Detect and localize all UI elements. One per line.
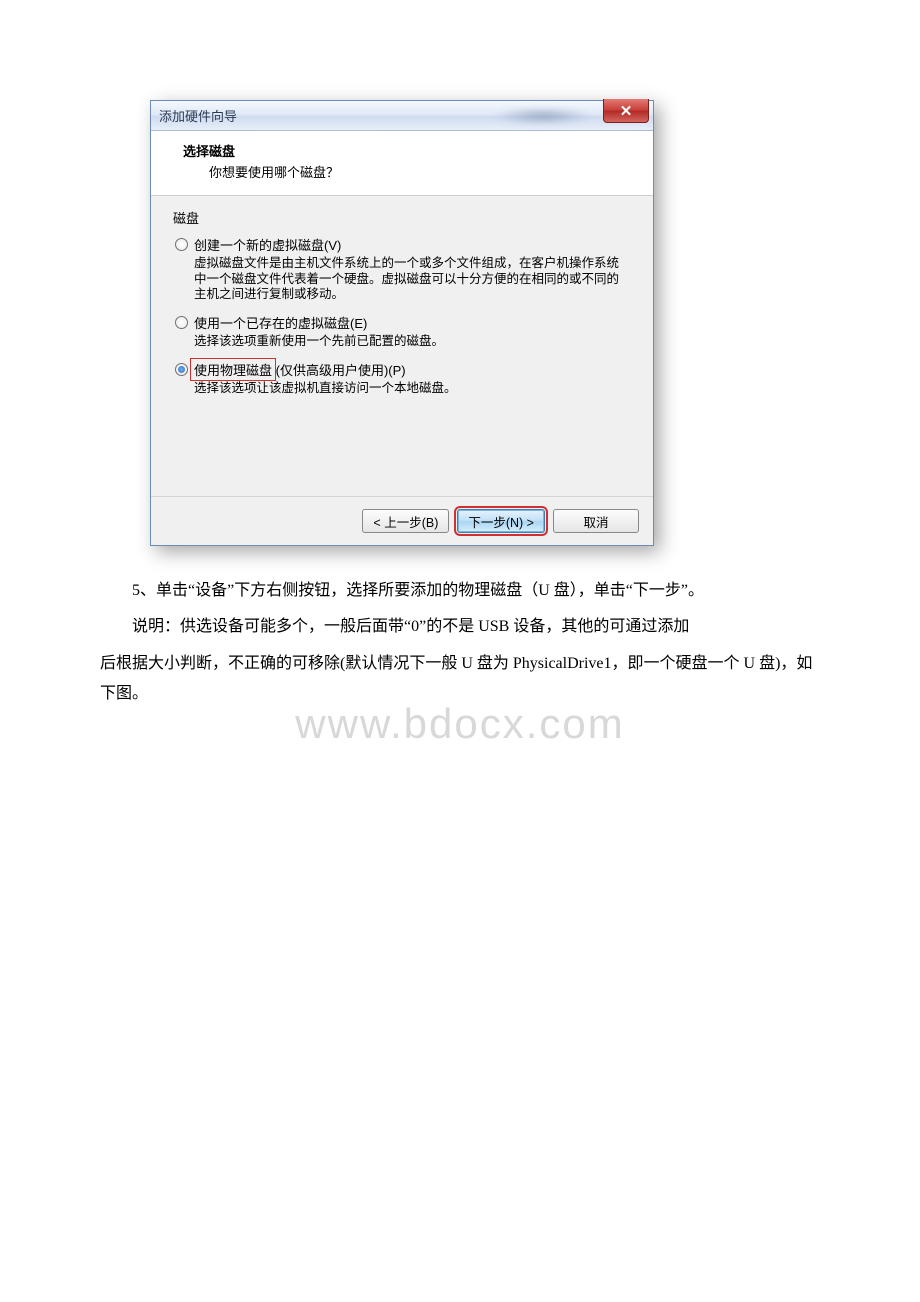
option-help-text: 虚拟磁盘文件是由主机文件系统上的一个或多个文件组成，在客户机操作系统中一个磁盘文… — [194, 256, 631, 303]
titlebar-blur — [493, 107, 593, 125]
radio-icon — [175, 363, 188, 376]
option-label: 使用物理磁盘 (仅供高级用户使用)(P) — [194, 360, 406, 379]
option-label-suffix: (仅供高级用户使用)(P) — [276, 363, 406, 378]
wizard-content: 磁盘 创建一个新的虚拟磁盘(V) 虚拟磁盘文件是由主机文件系统上的一个或多个文件… — [151, 196, 653, 496]
back-button[interactable]: < 上一步(B) — [362, 509, 449, 533]
document-body-text: 5、单击“设备”下方右侧按钮，选择所要添加的物理磁盘（U 盘），单击“下一步”。… — [100, 576, 820, 710]
paragraph: 说明：供选设备可能多个，一般后面带“0”的不是 USB 设备，其他的可通过添加 — [100, 612, 820, 642]
option-label-prefix: 使用物理磁盘 — [194, 363, 272, 378]
option-help-text: 选择该选项重新使用一个先前已配置的磁盘。 — [194, 334, 631, 350]
option-label: 使用一个已存在的虚拟磁盘(E) — [194, 313, 367, 332]
wizard-header: 选择磁盘 你想要使用哪个磁盘？ — [151, 131, 653, 196]
option-label: 创建一个新的虚拟磁盘(V) — [194, 235, 341, 254]
highlight-box: 使用物理磁盘 — [190, 358, 276, 381]
option-help-text: 选择该选项让该虚拟机直接访问一个本地磁盘。 — [194, 381, 631, 397]
option-use-physical-disk[interactable]: 使用物理磁盘 (仅供高级用户使用)(P) — [173, 360, 631, 379]
radio-icon — [175, 238, 188, 251]
next-button[interactable]: 下一步(N) > — [457, 509, 545, 533]
wizard-step-title: 选择磁盘 — [183, 141, 637, 160]
window-title: 添加硬件向导 — [151, 106, 237, 125]
close-icon: ✕ — [620, 102, 633, 120]
radio-icon — [175, 316, 188, 329]
option-create-new-disk[interactable]: 创建一个新的虚拟磁盘(V) — [173, 235, 631, 254]
paragraph: 5、单击“设备”下方右侧按钮，选择所要添加的物理磁盘（U 盘），单击“下一步”。 — [100, 576, 820, 606]
close-button[interactable]: ✕ — [603, 99, 649, 123]
disk-group-label: 磁盘 — [173, 208, 631, 227]
titlebar: 添加硬件向导 ✕ — [151, 101, 653, 131]
option-use-existing-disk[interactable]: 使用一个已存在的虚拟磁盘(E) — [173, 313, 631, 332]
wizard-footer: < 上一步(B) 下一步(N) > 取消 — [151, 496, 653, 545]
wizard-step-subtitle: 你想要使用哪个磁盘？ — [183, 162, 637, 181]
add-hardware-wizard-dialog: 添加硬件向导 ✕ 选择磁盘 你想要使用哪个磁盘？ 磁盘 创建一个新的虚拟磁盘(V… — [150, 100, 654, 546]
paragraph: 后根据大小判断，不正确的可移除(默认情况下一般 U 盘为 PhysicalDri… — [100, 649, 820, 710]
cancel-button[interactable]: 取消 — [553, 509, 639, 533]
